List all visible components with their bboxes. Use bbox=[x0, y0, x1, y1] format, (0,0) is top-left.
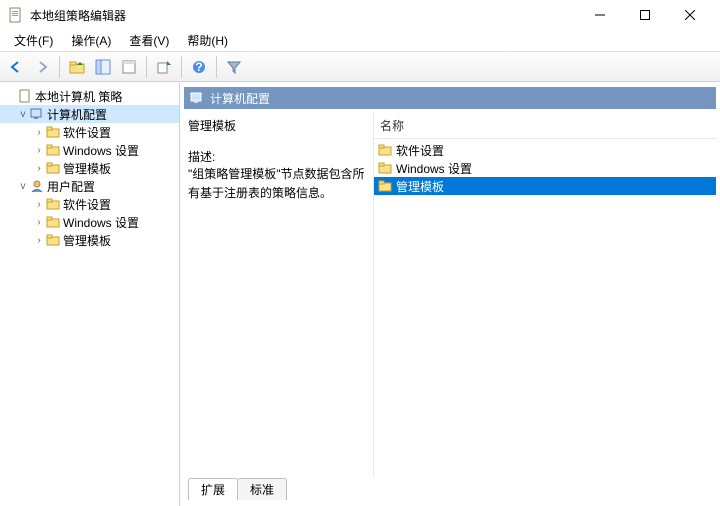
close-button[interactable] bbox=[667, 1, 712, 29]
tree-u-windows[interactable]: › Windows 设置 bbox=[0, 213, 179, 231]
tree-label: 计算机配置 bbox=[47, 106, 107, 123]
expand-icon[interactable]: › bbox=[32, 163, 46, 174]
list-pane: 名称 软件设置Windows 设置管理模板 bbox=[374, 113, 716, 478]
computer-icon bbox=[30, 107, 44, 121]
folder-icon bbox=[46, 233, 60, 247]
menu-view[interactable]: 查看(V) bbox=[121, 30, 177, 51]
computer-icon bbox=[190, 91, 204, 105]
tree-user-config[interactable]: v 用户配置 bbox=[0, 177, 179, 195]
expand-icon[interactable]: › bbox=[32, 199, 46, 210]
tree-label: Windows 设置 bbox=[63, 142, 139, 159]
folder-icon bbox=[378, 161, 392, 175]
expand-icon[interactable]: › bbox=[32, 145, 46, 156]
tree-label: Windows 设置 bbox=[63, 214, 139, 231]
column-header-name[interactable]: 名称 bbox=[374, 113, 716, 139]
tree-c-windows[interactable]: › Windows 设置 bbox=[0, 141, 179, 159]
titlebar: 本地组策略编辑器 bbox=[0, 0, 720, 30]
export-list-button[interactable] bbox=[152, 55, 176, 79]
description-label: 描述: bbox=[188, 148, 365, 165]
expand-icon[interactable]: › bbox=[32, 217, 46, 228]
tree-label: 软件设置 bbox=[63, 124, 111, 141]
minimize-button[interactable] bbox=[577, 1, 622, 29]
list-item[interactable]: 管理模板 bbox=[374, 177, 716, 195]
filter-button[interactable] bbox=[222, 55, 246, 79]
folder-icon bbox=[378, 143, 392, 157]
collapse-icon[interactable]: v bbox=[16, 181, 30, 192]
tree-label: 用户配置 bbox=[47, 178, 95, 195]
tree-c-admin[interactable]: › 管理模板 bbox=[0, 159, 179, 177]
tree-computer-config[interactable]: v 计算机配置 bbox=[0, 105, 179, 123]
menu-help[interactable]: 帮助(H) bbox=[179, 30, 236, 51]
folder-icon bbox=[46, 161, 60, 175]
list-item[interactable]: 软件设置 bbox=[374, 141, 716, 159]
tree-label: 本地计算机 策略 bbox=[35, 88, 122, 105]
menu-file[interactable]: 文件(F) bbox=[6, 30, 61, 51]
list-item[interactable]: Windows 设置 bbox=[374, 159, 716, 177]
tree-c-software[interactable]: › 软件设置 bbox=[0, 123, 179, 141]
folder-icon bbox=[46, 143, 60, 157]
main-area: 本地计算机 策略 v 计算机配置 › 软件设置 › Windows 设置 › 管… bbox=[0, 82, 720, 506]
menubar: 文件(F) 操作(A) 查看(V) 帮助(H) bbox=[0, 30, 720, 52]
content-header-title: 计算机配置 bbox=[210, 90, 270, 107]
app-icon bbox=[8, 7, 24, 23]
collapse-icon[interactable]: v bbox=[16, 109, 30, 120]
list-item-label: 管理模板 bbox=[396, 178, 444, 195]
folder-icon bbox=[378, 179, 392, 193]
svg-text:?: ? bbox=[195, 60, 202, 74]
content-header: 计算机配置 bbox=[184, 87, 716, 109]
forward-button[interactable] bbox=[30, 55, 54, 79]
tree-label: 管理模板 bbox=[63, 160, 111, 177]
properties-button[interactable] bbox=[117, 55, 141, 79]
tree-u-software[interactable]: › 软件设置 bbox=[0, 195, 179, 213]
tree-u-admin[interactable]: › 管理模板 bbox=[0, 231, 179, 249]
user-icon bbox=[30, 179, 44, 193]
tree-root[interactable]: 本地计算机 策略 bbox=[0, 87, 179, 105]
menu-action[interactable]: 操作(A) bbox=[63, 30, 119, 51]
expand-icon[interactable]: › bbox=[32, 235, 46, 246]
right-pane: 计算机配置 管理模板 描述: "组策略管理模板"节点数据包含所有基于注册表的策略… bbox=[180, 83, 720, 506]
description-title: 管理模板 bbox=[188, 117, 365, 134]
expand-icon[interactable]: › bbox=[32, 127, 46, 138]
folder-icon bbox=[46, 197, 60, 211]
tree-pane[interactable]: 本地计算机 策略 v 计算机配置 › 软件设置 › Windows 设置 › 管… bbox=[0, 83, 180, 506]
description-pane: 管理模板 描述: "组策略管理模板"节点数据包含所有基于注册表的策略信息。 bbox=[184, 113, 374, 478]
folder-icon bbox=[46, 215, 60, 229]
list-item-label: 软件设置 bbox=[396, 142, 444, 159]
help-button[interactable]: ? bbox=[187, 55, 211, 79]
toolbar: ? bbox=[0, 52, 720, 82]
window-title: 本地组策略编辑器 bbox=[30, 7, 577, 24]
back-button[interactable] bbox=[4, 55, 28, 79]
tab-standard[interactable]: 标准 bbox=[237, 478, 287, 500]
tree-label: 管理模板 bbox=[63, 232, 111, 249]
view-tabs: 扩展 标准 bbox=[184, 478, 716, 502]
up-button[interactable] bbox=[65, 55, 89, 79]
tab-extended[interactable]: 扩展 bbox=[188, 478, 238, 500]
list-item-label: Windows 设置 bbox=[396, 160, 472, 177]
tree-label: 软件设置 bbox=[63, 196, 111, 213]
description-body: "组策略管理模板"节点数据包含所有基于注册表的策略信息。 bbox=[188, 165, 365, 203]
show-hide-tree-button[interactable] bbox=[91, 55, 115, 79]
folder-icon bbox=[46, 125, 60, 139]
maximize-button[interactable] bbox=[622, 1, 667, 29]
policy-icon bbox=[18, 89, 32, 103]
